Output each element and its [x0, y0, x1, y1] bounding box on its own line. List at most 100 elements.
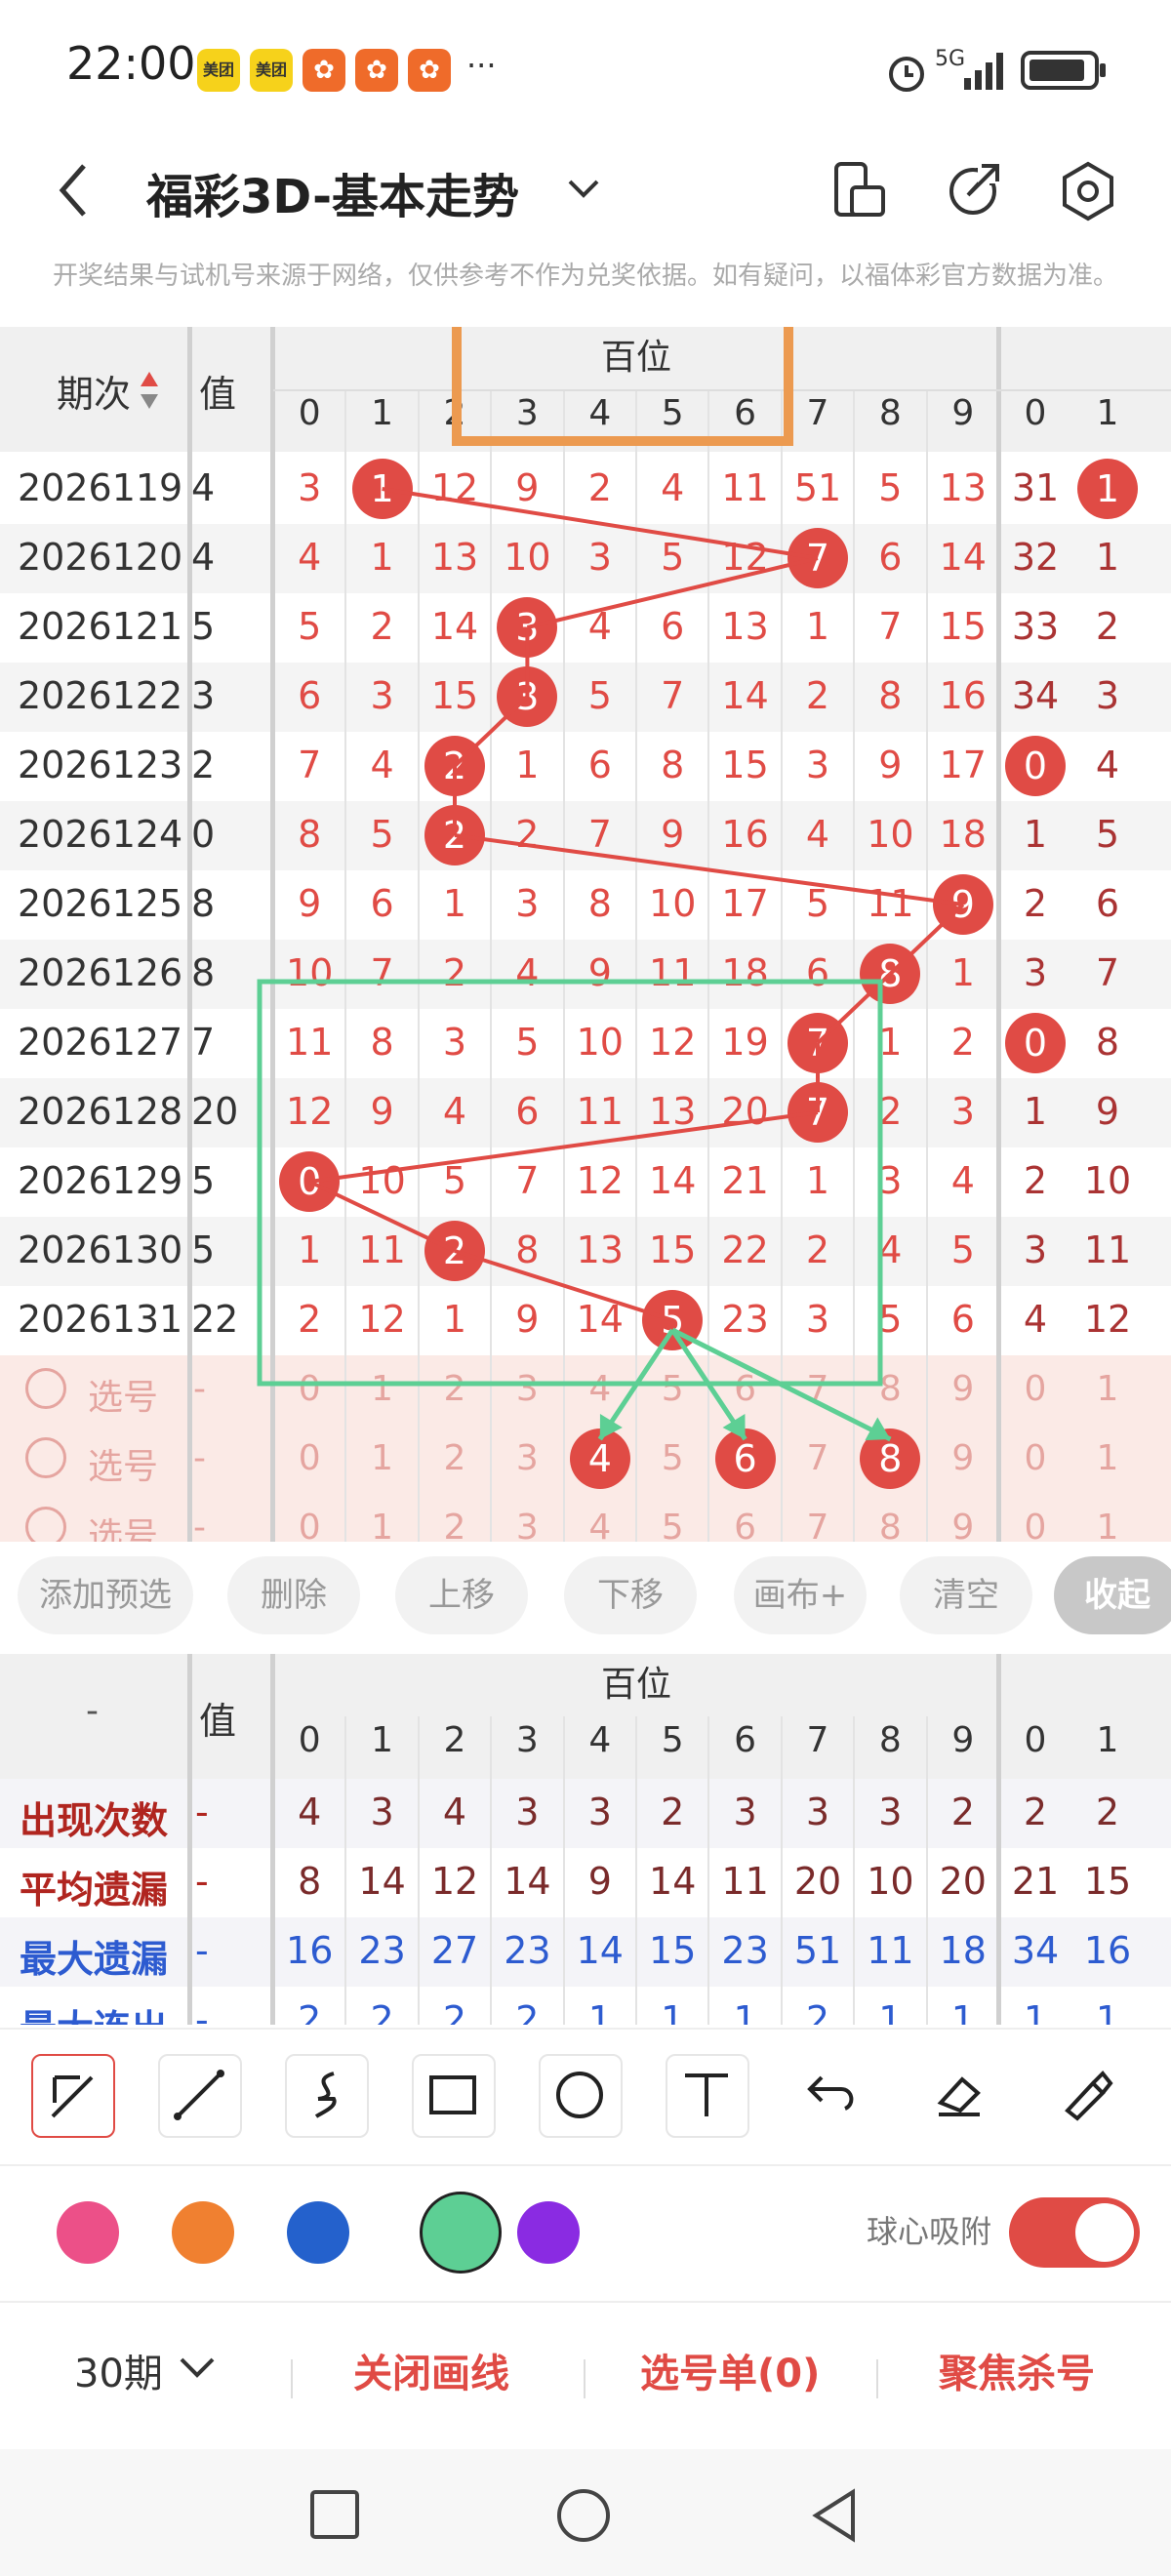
miss-cell[interactable]: 17 [708, 882, 781, 925]
select-digit[interactable]: 5 [636, 1369, 708, 1409]
miss-cell[interactable]: 3 [345, 674, 418, 717]
miss-cell[interactable]: 7 [273, 744, 345, 786]
miss-cell[interactable]: 7 [636, 674, 708, 717]
miss-cell[interactable]: 1 [782, 1159, 854, 1202]
action-chip[interactable]: 下移 [564, 1556, 697, 1634]
miss-cell[interactable]: 4 [999, 1298, 1071, 1341]
selected-number-ball[interactable]: 4 [569, 1429, 630, 1489]
miss-cell[interactable]: 12 [1071, 1298, 1144, 1341]
miss-cell[interactable]: 9 [854, 744, 926, 786]
miss-cell[interactable]: 23 [708, 1298, 781, 1341]
select-digit[interactable]: 0 [999, 1369, 1071, 1409]
chevron-down-icon[interactable] [564, 168, 603, 207]
circle-tool-button[interactable] [539, 2054, 623, 2138]
miss-cell[interactable]: 18 [927, 813, 999, 856]
color-swatch[interactable] [517, 2201, 580, 2264]
miss-cell[interactable]: 4 [782, 813, 854, 856]
miss-cell[interactable]: 5 [636, 536, 708, 579]
select-digit[interactable]: 7 [782, 1508, 854, 1542]
miss-cell[interactable]: 3 [491, 882, 563, 925]
miss-cell[interactable]: 9 [636, 813, 708, 856]
miss-cell[interactable]: 6 [564, 744, 636, 786]
miss-cell[interactable]: 14 [564, 1298, 636, 1341]
miss-cell[interactable]: 13 [419, 536, 491, 579]
back-icon[interactable] [49, 156, 98, 224]
miss-cell[interactable]: 5 [491, 1021, 563, 1064]
drawn-number-ball[interactable]: 8 [860, 944, 921, 1004]
drawn-number-ball[interactable]: 1 [1077, 459, 1138, 519]
miss-cell[interactable]: 7 [1071, 951, 1144, 994]
select-digit[interactable]: 1 [345, 1369, 418, 1409]
select-digit[interactable]: 2 [419, 1438, 491, 1478]
miss-cell[interactable]: 10 [345, 1159, 418, 1202]
text-tool-button[interactable] [666, 2054, 749, 2138]
miss-cell[interactable]: 5 [419, 1159, 491, 1202]
miss-cell[interactable]: 15 [927, 605, 999, 648]
miss-cell[interactable]: 7 [345, 951, 418, 994]
drawn-number-ball[interactable]: 3 [497, 597, 558, 658]
miss-cell[interactable]: 15 [419, 674, 491, 717]
miss-cell[interactable]: 6 [345, 882, 418, 925]
settings-icon[interactable] [1054, 156, 1122, 224]
miss-cell[interactable]: 3 [927, 1090, 999, 1133]
miss-cell[interactable]: 15 [636, 1228, 708, 1271]
miss-cell[interactable]: 3 [1071, 674, 1144, 717]
select-digit[interactable]: 1 [345, 1508, 418, 1542]
miss-cell[interactable]: 9 [491, 466, 563, 509]
select-digit[interactable]: 9 [927, 1508, 999, 1542]
share-icon[interactable] [939, 156, 1007, 224]
miss-cell[interactable]: 3 [999, 951, 1071, 994]
miss-cell[interactable]: 12 [636, 1021, 708, 1064]
select-digit[interactable]: 3 [491, 1438, 563, 1478]
miss-cell[interactable]: 5 [345, 813, 418, 856]
drawn-number-ball[interactable]: 9 [932, 874, 993, 935]
miss-cell[interactable]: 13 [636, 1090, 708, 1133]
select-digit[interactable]: 7 [782, 1438, 854, 1478]
action-chip[interactable]: 删除 [227, 1556, 360, 1634]
sort-icon[interactable] [139, 370, 160, 411]
miss-cell[interactable]: 16 [708, 813, 781, 856]
select-digit[interactable]: 0 [273, 1508, 345, 1542]
miss-cell[interactable]: 3 [782, 1298, 854, 1341]
select-digit[interactable]: 7 [782, 1369, 854, 1409]
miss-cell[interactable]: 4 [927, 1159, 999, 1202]
action-chip[interactable]: 添加预选 [18, 1556, 193, 1634]
select-digit[interactable]: 5 [636, 1438, 708, 1478]
selected-number-ball[interactable]: 6 [714, 1429, 776, 1489]
miss-cell[interactable]: 2 [1071, 605, 1144, 648]
miss-cell[interactable]: 3 [419, 1021, 491, 1064]
miss-cell[interactable]: 11 [273, 1021, 345, 1064]
miss-cell[interactable]: 2 [782, 1228, 854, 1271]
drawn-number-ball[interactable]: 0 [279, 1151, 341, 1212]
miss-cell[interactable]: 3 [273, 466, 345, 509]
miss-cell[interactable]: 2 [273, 1298, 345, 1341]
miss-cell[interactable]: 8 [854, 674, 926, 717]
miss-cell[interactable]: 15 [708, 744, 781, 786]
miss-cell[interactable]: 5 [854, 1298, 926, 1341]
page-title[interactable]: 福彩3D-基本走势 [146, 158, 519, 226]
select-digit[interactable]: 6 [708, 1369, 781, 1409]
brush-tool-button[interactable] [1046, 2054, 1130, 2138]
miss-cell[interactable]: 13 [927, 466, 999, 509]
miss-cell[interactable]: 1 [273, 1228, 345, 1271]
miss-cell[interactable]: 10 [1071, 1159, 1144, 1202]
miss-cell[interactable]: 1 [1071, 536, 1144, 579]
miss-cell[interactable]: 10 [273, 951, 345, 994]
action-chip[interactable]: 画布+ [734, 1556, 867, 1634]
action-chip[interactable]: 收起 [1054, 1556, 1171, 1634]
color-swatch[interactable] [420, 2192, 502, 2274]
miss-cell[interactable]: 10 [636, 882, 708, 925]
miss-cell[interactable]: 8 [636, 744, 708, 786]
select-arrow-tool-button[interactable] [31, 2054, 115, 2138]
drawn-number-ball[interactable]: 7 [787, 1082, 848, 1143]
period-select[interactable]: 30期 [74, 2342, 163, 2398]
miss-cell[interactable]: 6 [491, 1090, 563, 1133]
action-chip[interactable]: 清空 [900, 1556, 1032, 1634]
miss-cell[interactable]: 3 [564, 536, 636, 579]
drawn-number-ball[interactable]: 5 [642, 1290, 704, 1350]
miss-cell[interactable]: 2 [854, 1090, 926, 1133]
miss-cell[interactable]: 10 [491, 536, 563, 579]
miss-cell[interactable]: 3 [999, 1228, 1071, 1271]
drawn-number-ball[interactable]: 2 [424, 1221, 485, 1281]
miss-cell[interactable]: 11 [636, 951, 708, 994]
